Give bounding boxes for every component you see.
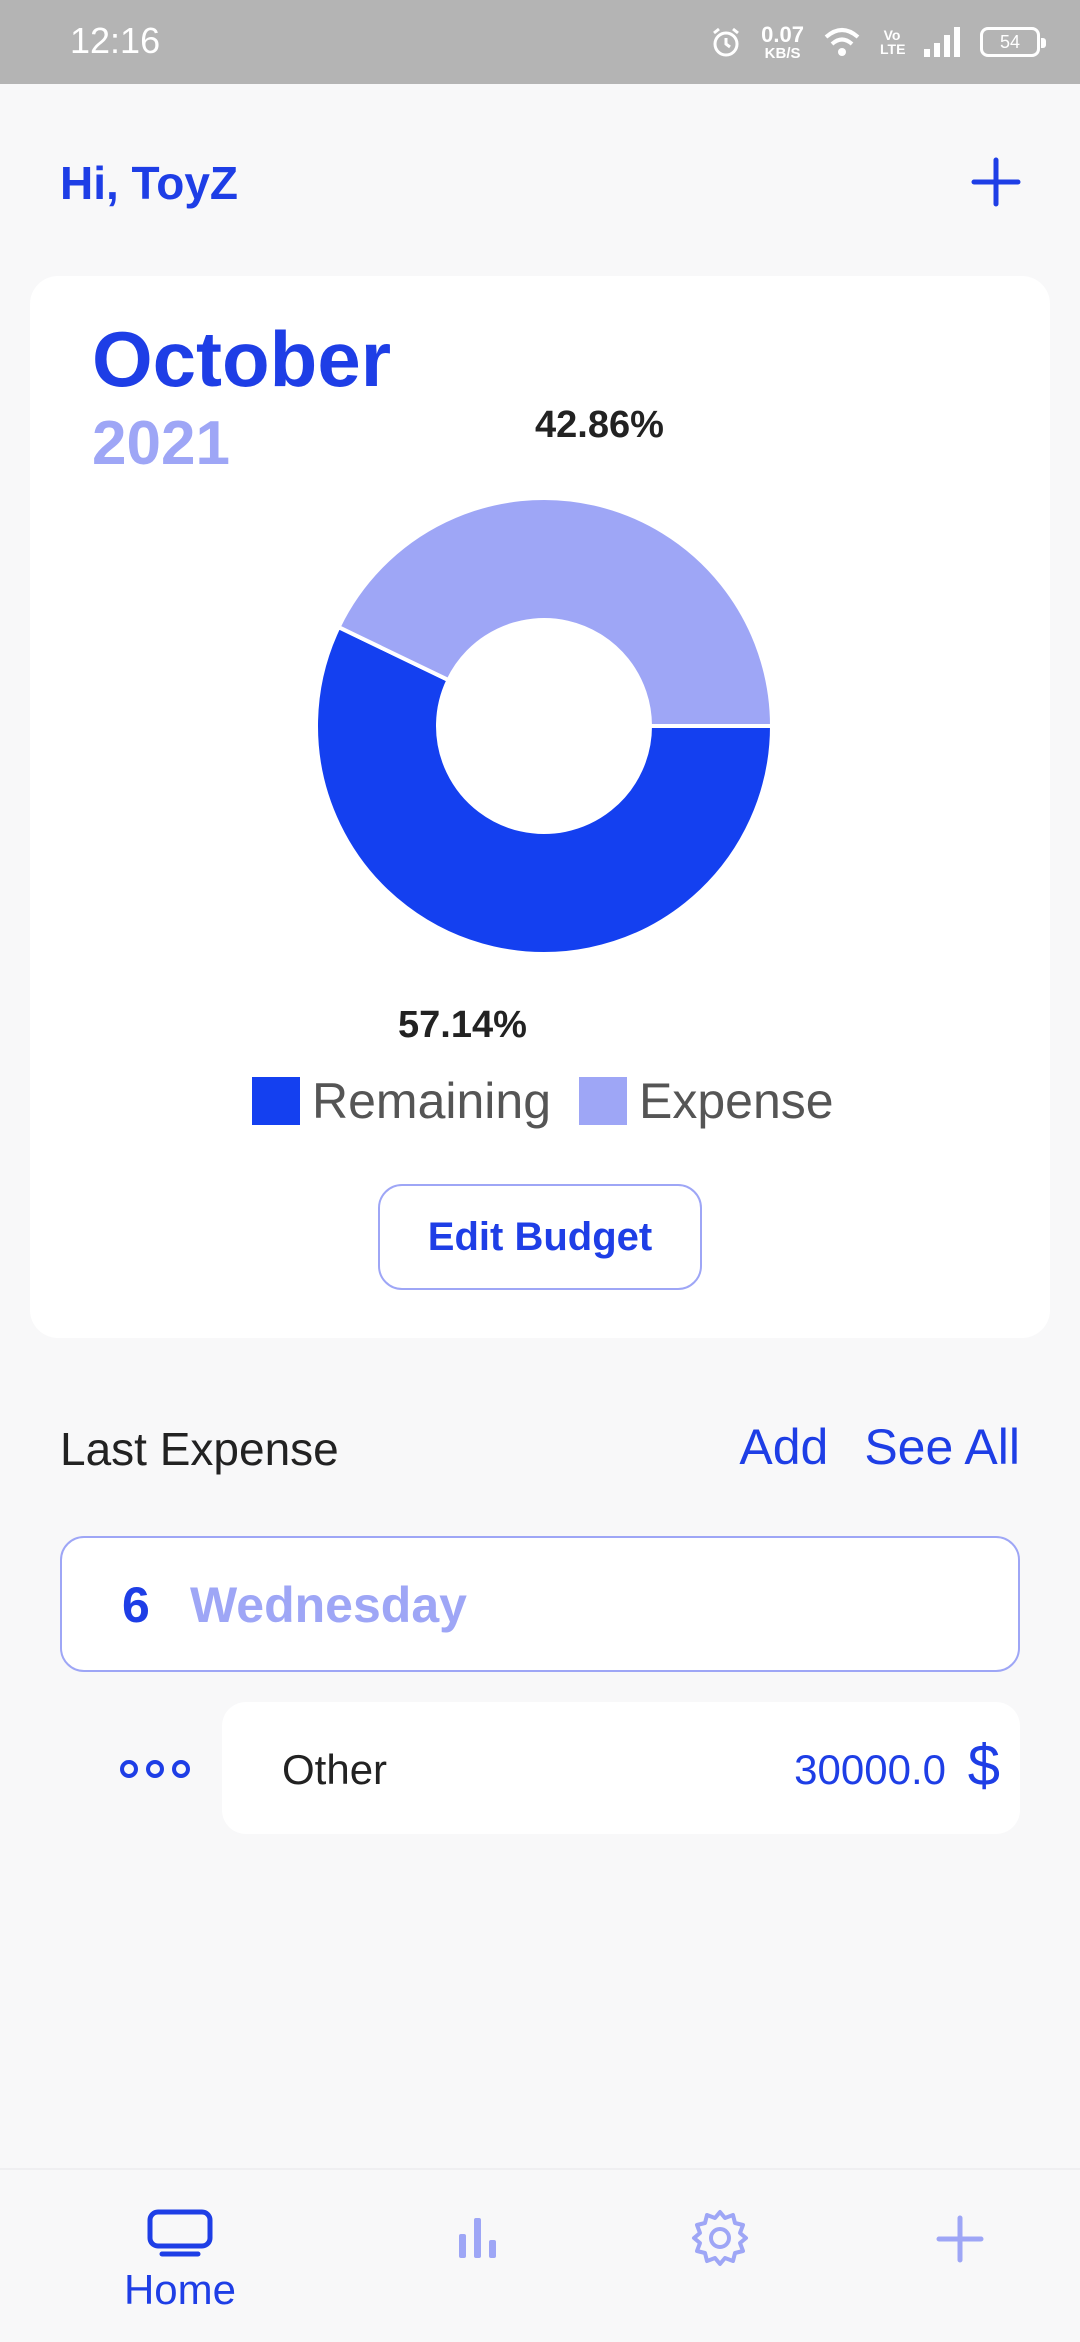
dot xyxy=(120,1760,138,1778)
legend-item-remaining: Remaining xyxy=(252,1072,551,1130)
legend-label-remaining: Remaining xyxy=(312,1073,552,1129)
nav-add[interactable] xyxy=(860,2170,1060,2342)
currency-icon: $ xyxy=(967,1733,1000,1798)
nav-stats[interactable] xyxy=(380,2170,580,2342)
plus-icon[interactable] xyxy=(964,150,1028,214)
nav-home[interactable]: Home xyxy=(80,2170,280,2342)
expense-percent-label: 42.86% xyxy=(535,404,664,446)
status-time: 12:16 xyxy=(70,20,161,61)
legend-swatch-expense xyxy=(579,1077,628,1125)
day-header[interactable]: 6 Wednesday xyxy=(60,1536,1020,1672)
legend-item-expense: Expense xyxy=(579,1072,834,1130)
budget-card: October 2021 42.86% 57.14% Remaining Exp… xyxy=(30,276,1050,1338)
bottom-nav: Home xyxy=(0,2168,1080,2340)
network-speed-unit: KB/S xyxy=(764,44,801,62)
month-label: October xyxy=(92,315,392,403)
year-label: 2021 xyxy=(92,409,230,478)
stats-icon xyxy=(459,2218,496,2258)
dot xyxy=(146,1760,164,1778)
volte-icon: Vo LTE xyxy=(880,27,906,57)
chart-legend: Remaining Expense xyxy=(252,1072,862,1130)
wifi-icon xyxy=(824,28,860,56)
edit-budget-button[interactable]: Edit Budget xyxy=(378,1184,702,1290)
last-expense-title: Last Expense xyxy=(60,1423,339,1475)
status-icons: 0.07 KB/S Vo LTE 54 xyxy=(709,18,1046,66)
dot xyxy=(172,1760,190,1778)
day-name: Wednesday xyxy=(190,1577,467,1633)
nav-settings[interactable] xyxy=(620,2170,820,2342)
signal-icon xyxy=(924,27,960,57)
settings-icon xyxy=(692,2210,748,2266)
expense-category: Other xyxy=(282,1746,388,1793)
alarm-icon xyxy=(713,27,740,57)
more-options-icon[interactable] xyxy=(120,1752,190,1786)
expense-amount: 30000.0 xyxy=(794,1746,946,1793)
status-bar: 12:16 0.07 KB/S Vo LTE 54 xyxy=(0,0,1080,84)
expense-item[interactable]: Other 30000.0 $ xyxy=(222,1702,1020,1834)
see-all-link[interactable]: See All xyxy=(864,1418,1020,1476)
add-expense-link[interactable]: Add xyxy=(739,1418,828,1476)
battery-icon: 54 xyxy=(980,27,1046,57)
greeting-text: Hi, ToyZ xyxy=(60,157,239,209)
legend-swatch-remaining xyxy=(252,1077,300,1125)
last-expense-actions: Add See All xyxy=(739,1418,1020,1476)
network-speed: 0.07 KB/S xyxy=(761,21,804,62)
legend-label-expense: Expense xyxy=(639,1073,834,1129)
plus-icon xyxy=(936,2215,984,2263)
day-number: 6 xyxy=(122,1577,150,1633)
budget-donut-chart xyxy=(314,496,774,956)
header: Hi, ToyZ xyxy=(60,150,1028,220)
nav-home-label: Home xyxy=(123,2266,237,2313)
network-speed-value: 0.07 xyxy=(761,21,804,47)
home-icon xyxy=(147,2209,213,2257)
remaining-percent-label: 57.14% xyxy=(398,1004,527,1046)
